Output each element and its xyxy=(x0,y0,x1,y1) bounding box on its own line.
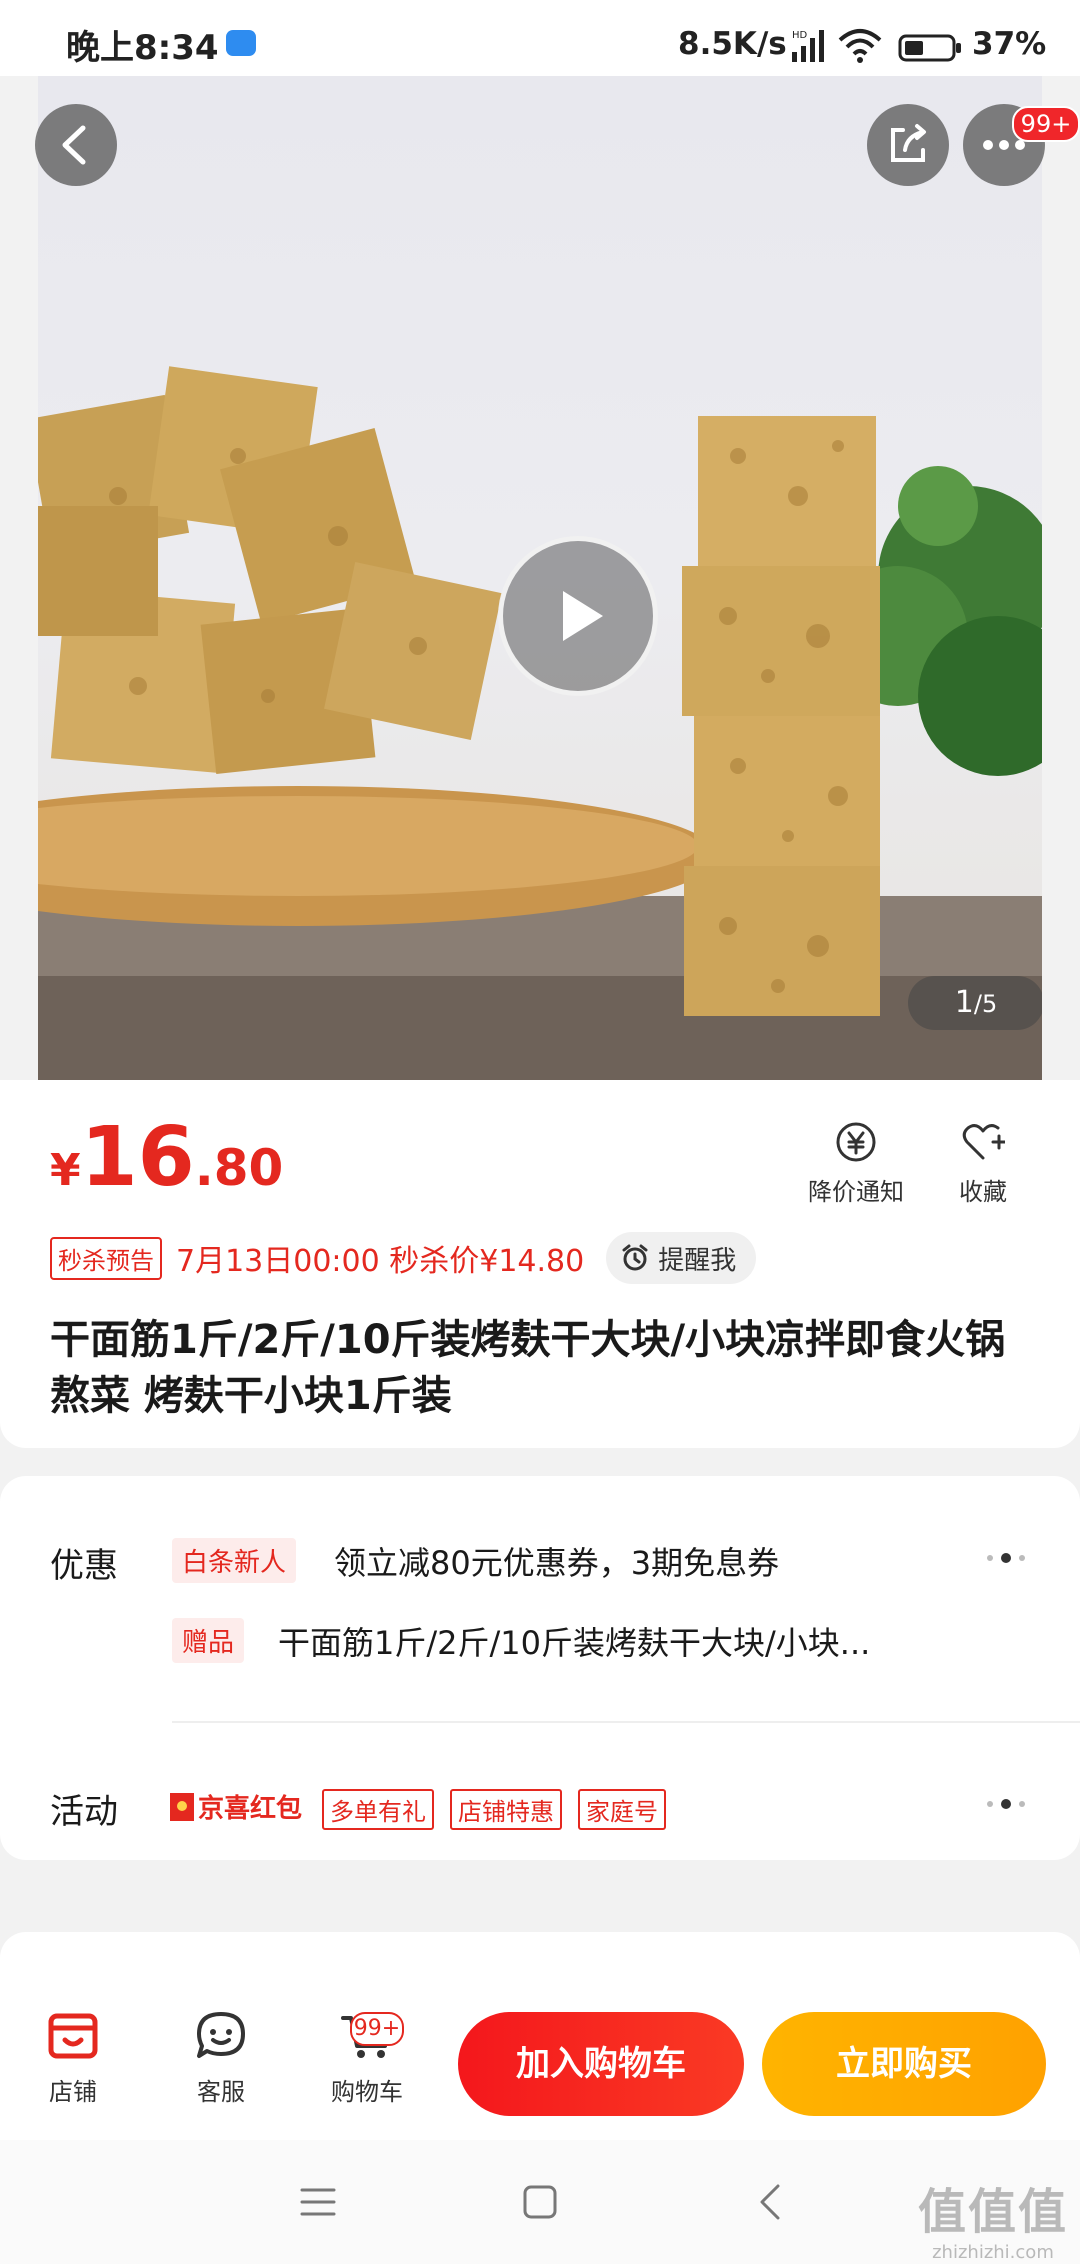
offers-card: 优惠 白条新人 领立减80元优惠券，3期免息券 赠品 干面筋1斤/2斤/10斤装… xyxy=(0,1476,1080,1860)
seckill-preview-row: 秒杀预告 7月13日00:00 秒杀价¥14.80 提醒我 xyxy=(50,1230,757,1286)
back-button[interactable] xyxy=(35,104,117,186)
seckill-tag: 秒杀预告 xyxy=(50,1236,162,1280)
product-image-gallery[interactable]: 1/5 xyxy=(38,76,1042,1080)
favorite-label: 收藏 xyxy=(959,1178,1007,1206)
price-alert-label: 降价通知 xyxy=(808,1178,904,1206)
remind-me-label: 提醒我 xyxy=(658,1245,737,1276)
chat-icon xyxy=(197,2012,245,2058)
coupon-text[interactable]: 领立减80元优惠券，3期免息券 xyxy=(334,1538,779,1584)
activity-tag-jingxi: 京喜红包 xyxy=(198,1794,303,1824)
offers-label: 优惠 xyxy=(50,1546,118,1586)
price-alert-button[interactable]: 降价通知 xyxy=(800,1120,912,1207)
cart-label: 购物车 xyxy=(331,2078,403,2106)
image-counter-total: /5 xyxy=(973,990,998,1018)
offers-more-icon[interactable] xyxy=(984,1552,1030,1564)
status-time: 晚上8:34 xyxy=(66,28,219,68)
coupon-tag: 白条新人 xyxy=(172,1538,297,1583)
play-icon xyxy=(563,591,603,641)
menu-icon[interactable] xyxy=(298,2184,338,2220)
home-icon[interactable] xyxy=(520,2182,560,2222)
hd-label: HD xyxy=(792,30,808,41)
customer-service-label: 客服 xyxy=(197,2078,245,2106)
buy-now-button[interactable]: 立即购买 xyxy=(762,2012,1046,2116)
watermark-sub: zhizhizhi.com xyxy=(932,2242,1054,2263)
cart-count-badge: 99+ xyxy=(350,2012,404,2046)
product-info-card: ¥16.80 降价通知 收藏 秒杀预告 7月13日00:00 秒杀价¥14.80… xyxy=(0,1080,1080,1448)
wifi-icon xyxy=(838,29,882,63)
store-icon xyxy=(48,2013,98,2059)
share-button[interactable] xyxy=(867,104,949,186)
favorite-button[interactable]: 收藏 xyxy=(938,1120,1028,1207)
product-price: ¥16.80 xyxy=(50,1110,283,1205)
activities-more-icon[interactable] xyxy=(984,1798,1030,1810)
gift-tag: 赠品 xyxy=(172,1618,245,1663)
back-arrow-icon xyxy=(62,125,86,165)
watermark-main: 值值值 xyxy=(917,2184,1068,2240)
battery-percent: 37% xyxy=(972,26,1047,62)
price-decimal: .80 xyxy=(194,1139,284,1197)
remind-me-button[interactable]: 提醒我 xyxy=(606,1232,757,1284)
network-speed: 8.5K/s xyxy=(678,26,787,62)
play-video-button[interactable] xyxy=(498,536,658,696)
jingxi-red-packet[interactable]: 京喜红包 xyxy=(170,1788,302,1825)
offers-divider xyxy=(172,1721,1080,1723)
gift-text[interactable]: 干面筋1斤/2斤/10斤装烤麸干大块/小块... xyxy=(278,1618,870,1664)
share-icon xyxy=(891,124,926,162)
heart-icon xyxy=(962,1124,1005,1160)
cell-signal-icon: HD xyxy=(792,30,824,62)
product-title: 干面筋1斤/2斤/10斤装烤麸干大块/小块凉拌即食火锅熬菜 烤麸干小块1斤装 xyxy=(50,1317,1006,1419)
red-envelope-icon xyxy=(170,1792,194,1821)
image-counter: 1/5 xyxy=(908,976,1042,1030)
bottom-action-bar: 店铺 客服 购物车 99+ 加入购物车 立即购买 xyxy=(0,1990,1080,2140)
activities-label: 活动 xyxy=(50,1792,118,1832)
status-bar: 晚上8:34 8.5K/s HD 37% xyxy=(0,0,1080,76)
image-counter-current: 1 xyxy=(954,985,974,1020)
nav-back-icon[interactable] xyxy=(750,2180,790,2224)
activity-tag-family[interactable]: 家庭号 xyxy=(578,1789,666,1830)
price-alert-icon xyxy=(836,1122,876,1162)
seckill-info: 7月13日00:00 秒杀价¥14.80 xyxy=(176,1244,585,1279)
more-notification-badge: 99+ xyxy=(1012,106,1080,142)
store-nav[interactable]: 店铺 xyxy=(18,2008,128,2107)
price-currency: ¥ xyxy=(50,1145,81,1196)
store-label: 店铺 xyxy=(49,2078,97,2106)
alarm-clock-icon xyxy=(622,1244,648,1271)
price-integer: 16 xyxy=(80,1110,195,1205)
battery-icon xyxy=(898,34,961,62)
watermark: 值值值 zhizhizhi.com xyxy=(918,2172,1068,2263)
activity-tag-store-deal[interactable]: 店铺特惠 xyxy=(450,1789,562,1830)
activity-tag-multi-order[interactable]: 多单有礼 xyxy=(322,1789,434,1830)
app-notification-icon xyxy=(226,30,256,56)
customer-service-nav[interactable]: 客服 xyxy=(166,2008,276,2107)
add-to-cart-button[interactable]: 加入购物车 xyxy=(458,2012,744,2116)
